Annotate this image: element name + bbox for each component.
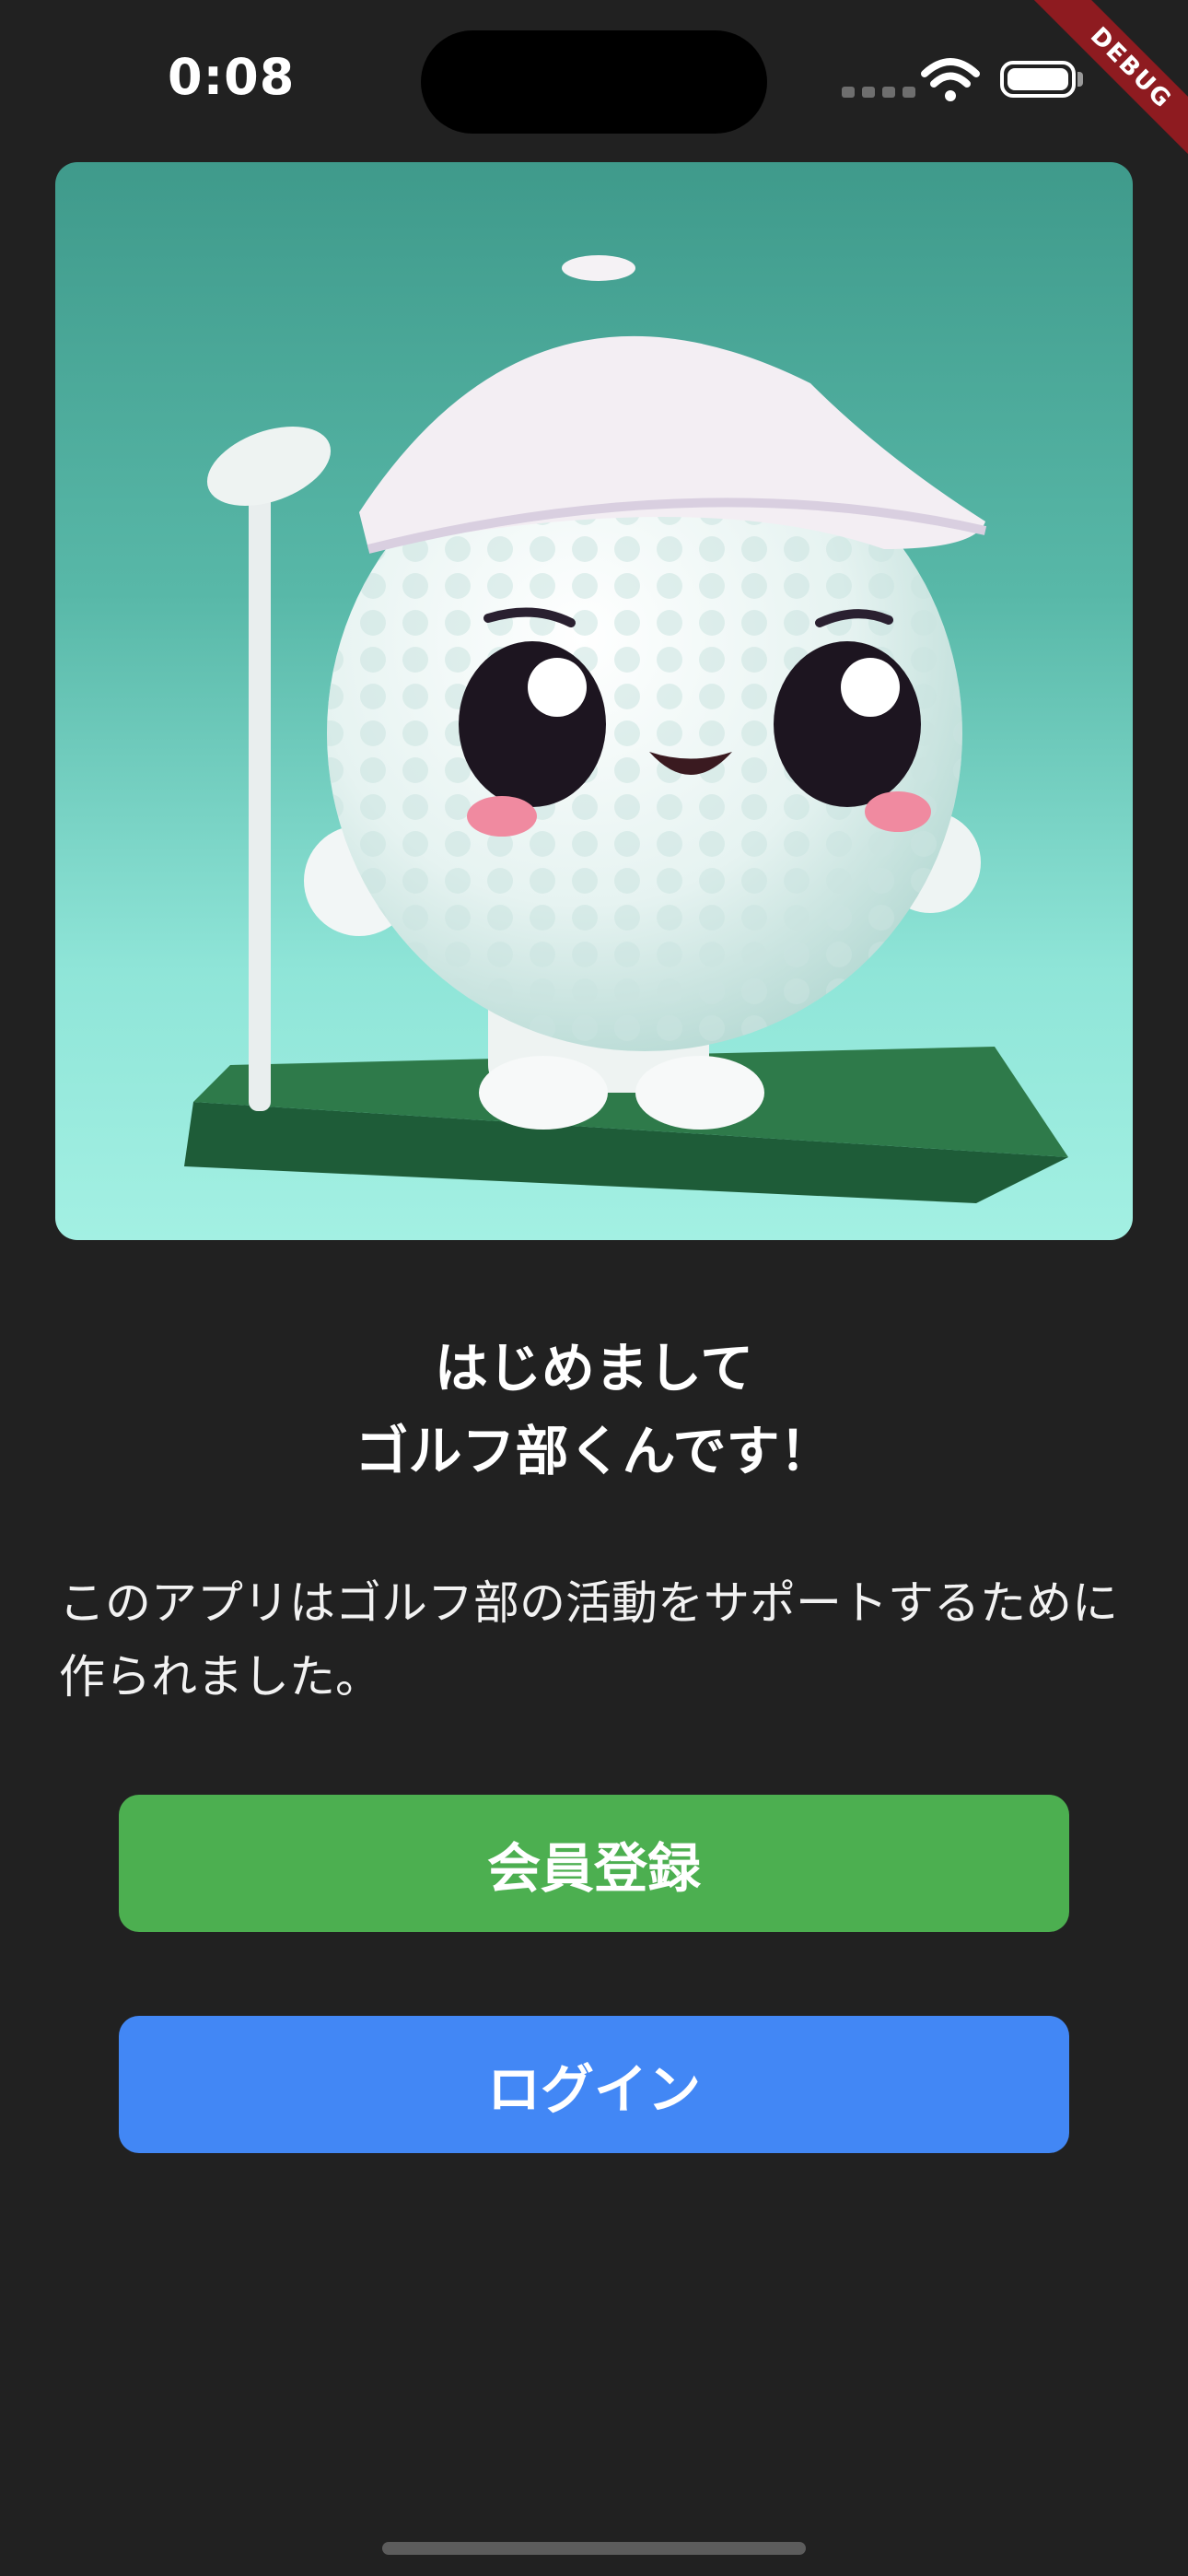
app-description: このアプリはゴルフ部の活動をサポートするために作られました。 <box>59 1576 1118 1704</box>
cellular-signal-icon <box>842 87 915 98</box>
debug-label: DEBUG <box>1025 0 1188 174</box>
mascot-image <box>55 162 1133 1240</box>
debug-banner: DEBUG <box>1004 0 1188 184</box>
status-time: 0:08 <box>168 48 296 106</box>
golf-ball-mascot-illustration <box>184 255 1068 1203</box>
register-button[interactable]: 会員登録 <box>119 1795 1069 1932</box>
welcome-line-2: ゴルフ部くんです！ <box>355 1420 833 1482</box>
welcome-line-1: はじめまして <box>434 1337 754 1399</box>
welcome-heading: はじめまして ゴルフ部くんです！ <box>0 1327 1188 1493</box>
dynamic-island <box>421 30 767 134</box>
login-button[interactable]: ログイン <box>119 2016 1069 2153</box>
home-indicator[interactable] <box>382 2542 806 2555</box>
wifi-icon <box>921 58 980 101</box>
